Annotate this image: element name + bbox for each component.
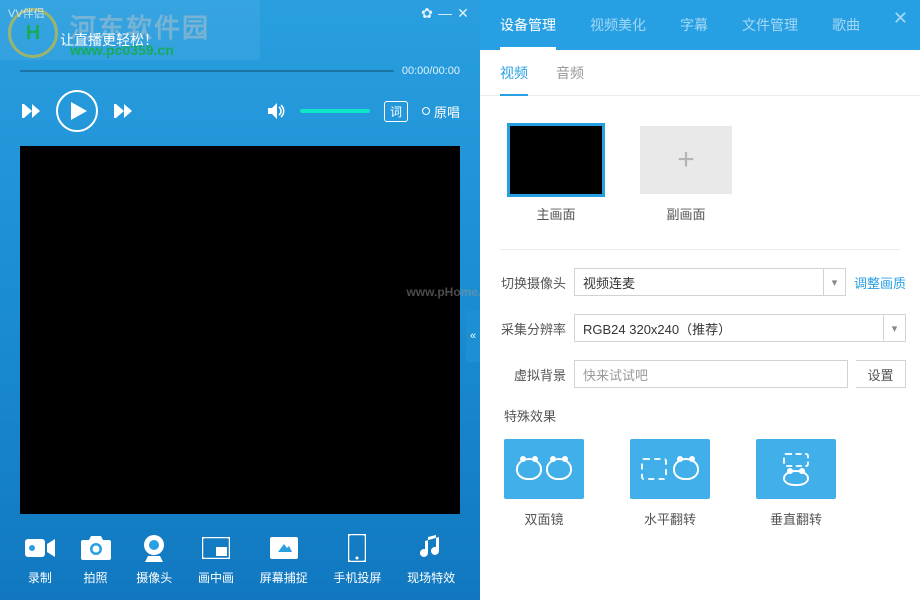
volume-slider[interactable]	[300, 109, 370, 113]
tool-pip[interactable]: 画中画	[198, 535, 234, 586]
tab-video-beautify[interactable]: 视频美化	[590, 0, 646, 50]
video-preview[interactable]	[20, 146, 460, 514]
add-sub-screen[interactable]: +	[640, 126, 732, 194]
tool-phonecast[interactable]: 手机投屏	[333, 535, 381, 586]
effect-hflip[interactable]: 水平翻转	[630, 439, 710, 528]
effects-title: 特殊效果	[480, 406, 920, 425]
original-vocal-toggle[interactable]: 原唱	[422, 102, 460, 121]
tab-subtitle[interactable]: 字幕	[680, 0, 708, 50]
subtabs: 视频 音频	[480, 50, 920, 96]
app-title: VV伴侣	[8, 5, 418, 21]
webcam-icon	[139, 535, 169, 561]
hflip-icon	[630, 439, 710, 499]
time-display: 00:00/00:00	[402, 65, 460, 77]
phone-icon	[342, 535, 372, 561]
tool-screencap[interactable]: 屏幕捕捉	[260, 535, 308, 586]
radio-icon	[422, 107, 430, 115]
main-screen-thumb[interactable]	[510, 126, 602, 194]
titlebar: VV伴侣 ✿ — ✕	[0, 0, 480, 26]
plus-icon: +	[677, 143, 695, 177]
player-panel: H 河东软件园 www.pc0359.cn VV伴侣 ✿ — ✕ 让直播更轻松！…	[0, 0, 480, 600]
divider	[500, 249, 900, 250]
tab-songs[interactable]: 歌曲	[832, 0, 860, 50]
minimize-button[interactable]: —	[436, 5, 454, 21]
resolution-select[interactable]: RGB24 320x240（推荐） ▾	[574, 314, 906, 342]
tab-file-manage[interactable]: 文件管理	[742, 0, 798, 50]
settings-icon[interactable]: ✿	[418, 5, 436, 22]
virtualbg-label: 虚拟背景	[494, 365, 566, 384]
screen-thumbnails: 主画面 + 副画面	[480, 96, 920, 231]
settings-panel: 设备管理 视频美化 字幕 文件管理 歌曲 ✕ 视频 音频 主画面 + 副画面 切…	[480, 0, 920, 600]
mirror-icon	[504, 439, 584, 499]
bottom-toolbar: 录制 拍照 摄像头 画中画 屏幕捕捉 手机投屏 现场特效	[0, 520, 480, 600]
camera-select[interactable]: 视频连麦 ▾	[574, 268, 846, 296]
progress-bar[interactable]: 00:00/00:00	[0, 62, 480, 80]
effect-vflip[interactable]: 垂直翻转	[756, 439, 836, 528]
device-form: 切换摄像头 视频连麦 ▾ 调整画质 采集分辨率 RGB24 320x240（推荐…	[480, 268, 920, 388]
next-button[interactable]	[112, 104, 134, 118]
subtab-audio[interactable]: 音频	[556, 50, 584, 95]
volume-icon[interactable]	[268, 103, 286, 119]
sub-screen-slot[interactable]: + 副画面	[640, 126, 732, 223]
camera-icon	[81, 535, 111, 561]
screen-capture-icon	[269, 535, 299, 561]
adjust-quality-link[interactable]: 调整画质	[854, 273, 906, 292]
camcorder-icon	[25, 535, 55, 561]
progress-track[interactable]	[20, 70, 394, 72]
tab-device-manage[interactable]: 设备管理	[500, 0, 556, 50]
tool-photo[interactable]: 拍照	[81, 535, 111, 586]
vflip-icon	[756, 439, 836, 499]
player-controls: 词 原唱	[0, 80, 480, 146]
tool-camera[interactable]: 摄像头	[136, 535, 172, 586]
settings-tabs: 设备管理 视频美化 字幕 文件管理 歌曲 ✕	[480, 0, 920, 50]
prev-button[interactable]	[20, 104, 42, 118]
collapse-handle[interactable]: «	[466, 310, 480, 362]
watermark-side: www.pHome.N	[406, 285, 490, 299]
chevron-down-icon: ▾	[883, 315, 905, 341]
subtab-video[interactable]: 视频	[500, 50, 528, 95]
lyrics-button[interactable]: 词	[384, 101, 408, 122]
virtualbg-setting-button[interactable]: 设置	[856, 360, 906, 388]
main-screen-slot[interactable]: 主画面	[510, 126, 602, 223]
virtualbg-input[interactable]: 快来试试吧	[574, 360, 848, 388]
effects-row: 双面镜 水平翻转 垂直翻转	[480, 439, 920, 528]
close-icon[interactable]: ✕	[893, 8, 908, 29]
tagline: 让直播更轻松！	[0, 26, 480, 62]
chevron-down-icon: ▾	[823, 269, 845, 295]
tool-record[interactable]: 录制	[25, 535, 55, 586]
play-button[interactable]	[56, 90, 98, 132]
music-note-icon	[416, 535, 446, 561]
camera-label: 切换摄像头	[494, 273, 566, 292]
tool-scenefx[interactable]: 现场特效	[407, 535, 455, 586]
resolution-label: 采集分辨率	[494, 319, 566, 338]
close-button[interactable]: ✕	[454, 5, 472, 22]
pip-icon	[201, 535, 231, 561]
effect-mirror[interactable]: 双面镜	[504, 439, 584, 528]
